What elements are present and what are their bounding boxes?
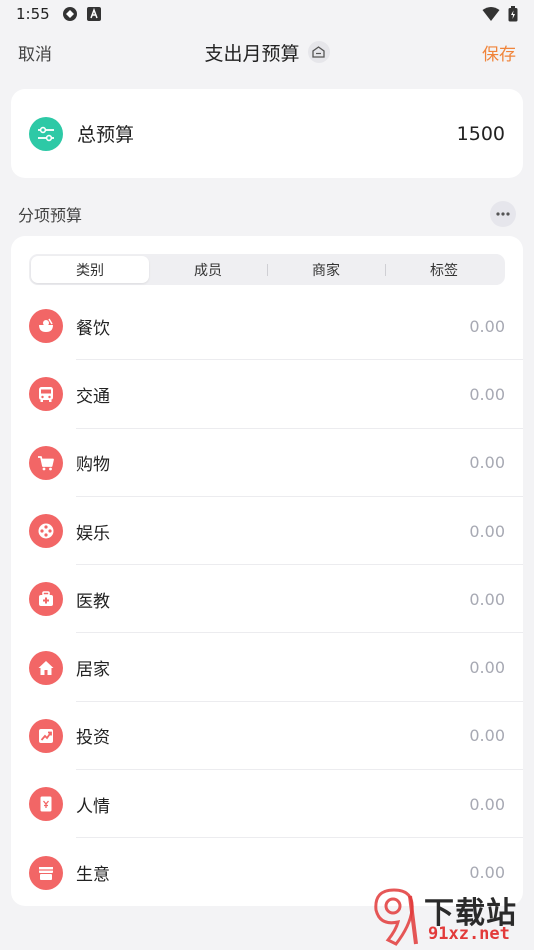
more-options-button[interactable] xyxy=(490,201,516,227)
category-value[interactable]: 0.00 xyxy=(469,863,505,882)
list-item[interactable]: 医教 0.00 xyxy=(11,565,523,634)
category-name: 购物 xyxy=(76,455,110,476)
app-notification-icon xyxy=(62,7,77,21)
bowl-icon xyxy=(29,309,63,344)
category-value[interactable]: 0.00 xyxy=(469,590,505,609)
tab-merchant[interactable]: 商家 xyxy=(267,256,385,283)
category-value[interactable]: 0.00 xyxy=(469,795,505,814)
category-value[interactable]: 0.00 xyxy=(469,522,505,541)
save-button[interactable]: 保存 xyxy=(482,40,516,65)
category-budget-card: 类别 成员 商家 标签 餐饮 0.00 交通 0.00 购物 0.00 娱乐 0… xyxy=(11,236,523,906)
watermark-logo-icon xyxy=(374,888,418,946)
tab-separator xyxy=(385,264,386,276)
category-name: 医教 xyxy=(76,591,110,612)
tab-label: 类别 xyxy=(76,262,104,279)
list-item[interactable]: 购物 0.00 xyxy=(11,429,523,497)
film-reel-icon xyxy=(29,514,63,549)
sliders-icon xyxy=(29,116,63,151)
list-item[interactable]: 人情 0.00 xyxy=(11,770,523,839)
list-item[interactable]: 餐饮 0.00 xyxy=(11,292,523,361)
app-header: 取消 支出月预算 保存 xyxy=(0,28,534,76)
home-icon xyxy=(29,650,63,685)
title-wrap[interactable]: 支出月预算 xyxy=(204,39,330,66)
tab-tag[interactable]: 标签 xyxy=(385,256,503,283)
total-budget-value[interactable]: 1500 xyxy=(457,123,505,145)
cancel-button[interactable]: 取消 xyxy=(18,40,52,65)
tab-member[interactable]: 成员 xyxy=(149,256,267,283)
section-header: 分项预算 xyxy=(18,200,516,228)
category-value[interactable]: 0.00 xyxy=(469,317,505,336)
tab-label: 成员 xyxy=(194,262,222,279)
wifi-icon xyxy=(482,7,500,21)
accessibility-icon xyxy=(86,7,101,21)
category-value[interactable]: 0.00 xyxy=(469,726,505,745)
status-bar: 1:55 xyxy=(0,0,534,28)
battery-icon xyxy=(508,6,518,22)
category-value[interactable]: 0.00 xyxy=(469,385,505,404)
tab-label: 商家 xyxy=(312,262,340,279)
list-item[interactable]: 交通 0.00 xyxy=(11,360,523,429)
trend-up-icon xyxy=(29,718,63,753)
page-title: 支出月预算 xyxy=(204,42,300,65)
tab-category[interactable]: 类别 xyxy=(31,256,149,283)
watermark-domain: 91xz.net xyxy=(428,924,510,944)
ledger-icon[interactable] xyxy=(307,41,330,63)
status-time: 1:55 xyxy=(16,5,50,23)
red-envelope-icon xyxy=(29,787,63,822)
total-budget-label: 总预算 xyxy=(77,124,135,146)
segment-tabs: 类别 成员 商家 标签 xyxy=(29,254,505,285)
cart-icon xyxy=(29,445,63,480)
section-title: 分项预算 xyxy=(18,206,83,225)
category-name: 交通 xyxy=(76,386,110,407)
watermark: 下载站 91xz.net xyxy=(366,886,532,948)
category-name: 人情 xyxy=(76,796,110,817)
category-name: 娱乐 xyxy=(76,523,110,544)
category-name: 生意 xyxy=(76,865,110,886)
tab-separator xyxy=(267,264,268,276)
more-dots-icon xyxy=(496,212,510,216)
shop-icon xyxy=(29,855,63,890)
category-name: 餐饮 xyxy=(76,318,110,339)
category-value[interactable]: 0.00 xyxy=(469,453,505,472)
list-item[interactable]: 投资 0.00 xyxy=(11,702,523,771)
list-item[interactable]: 娱乐 0.00 xyxy=(11,497,523,566)
list-item[interactable]: 居家 0.00 xyxy=(11,633,523,702)
category-name: 居家 xyxy=(76,660,110,681)
tab-label: 标签 xyxy=(430,262,458,279)
medical-kit-icon xyxy=(29,582,63,617)
bus-icon xyxy=(29,377,63,412)
category-name: 投资 xyxy=(76,728,110,749)
category-value[interactable]: 0.00 xyxy=(469,658,505,677)
total-budget-card[interactable]: 总预算 1500 xyxy=(11,89,523,178)
category-list: 餐饮 0.00 交通 0.00 购物 0.00 娱乐 0.00 医教 0.00 … xyxy=(11,292,523,906)
